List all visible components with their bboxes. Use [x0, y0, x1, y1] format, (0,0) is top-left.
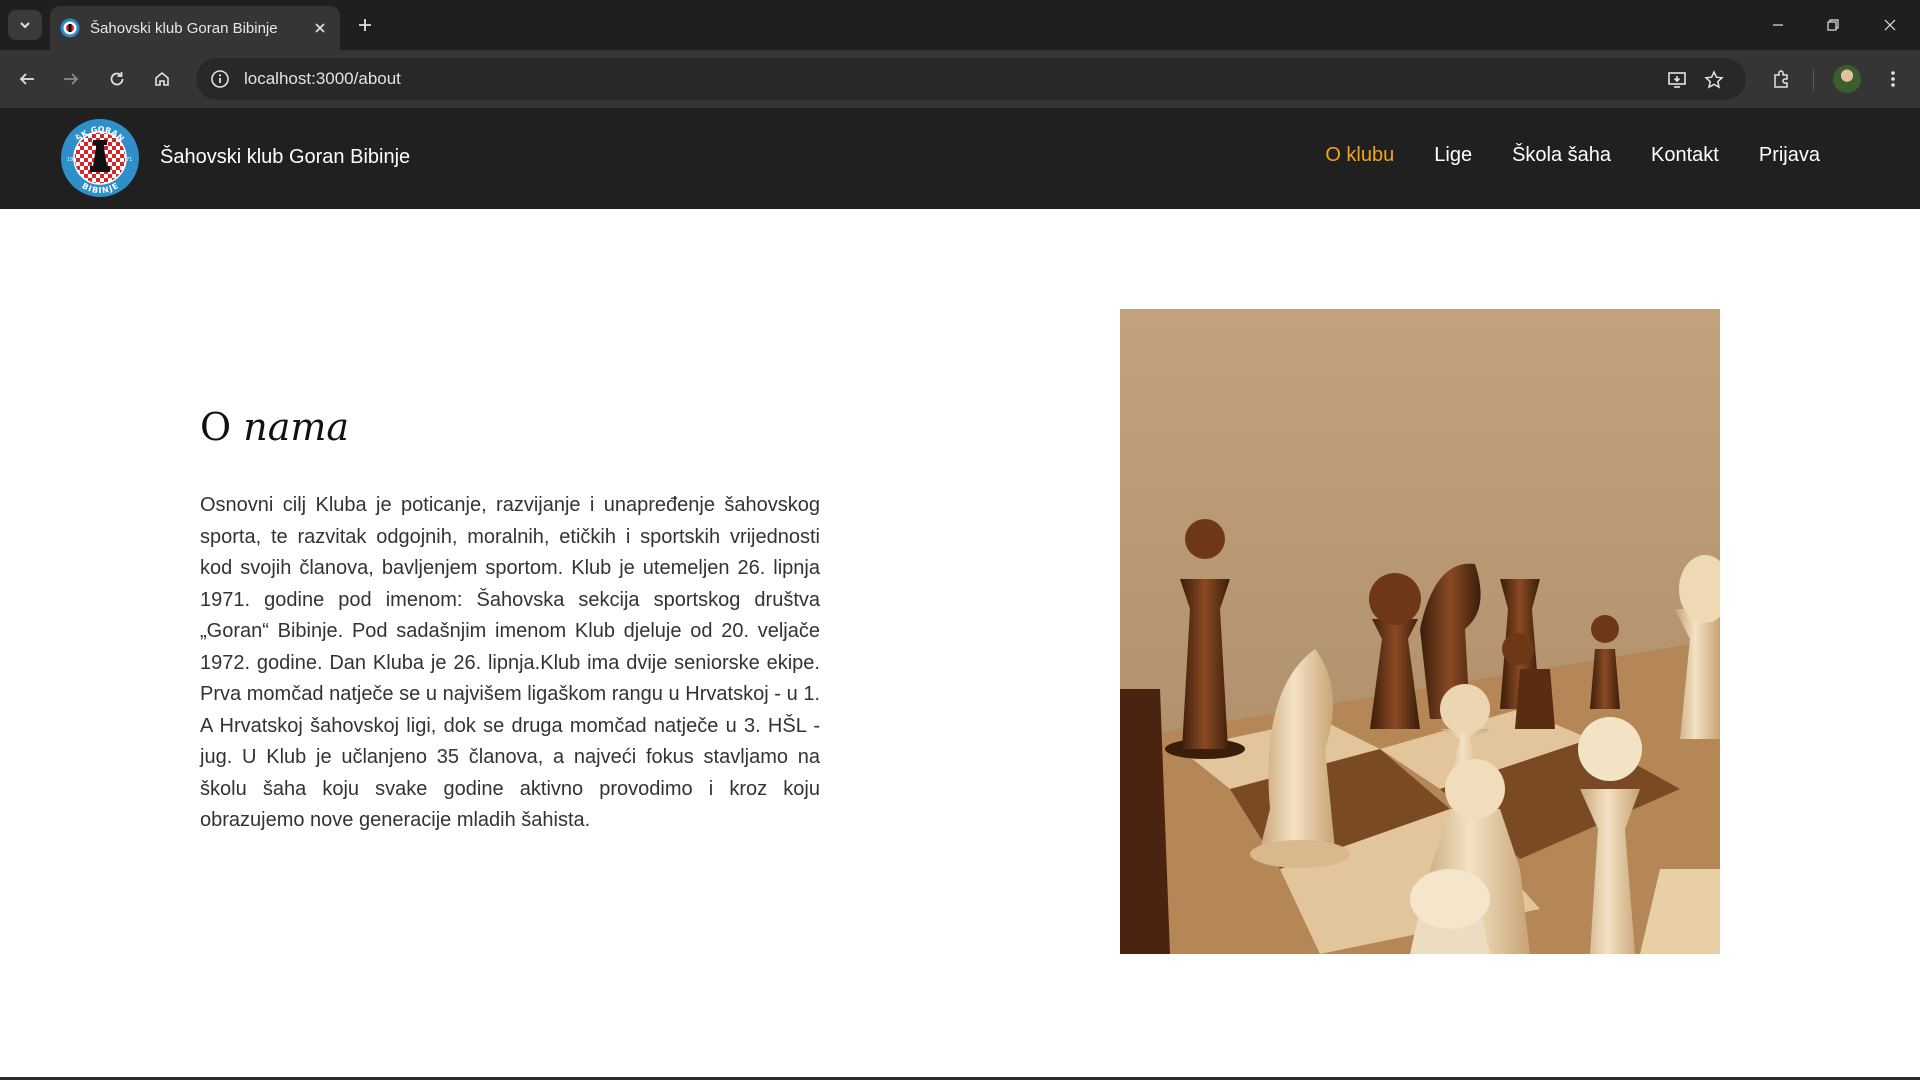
chevron-down-icon: [20, 22, 30, 29]
nav-item-o-klubu[interactable]: O klubu: [1325, 144, 1394, 167]
forward-button[interactable]: [55, 63, 87, 95]
logo-year-left: 19: [67, 157, 73, 163]
site-brand[interactable]: Šahovski klub Goran Bibinje: [160, 146, 410, 169]
arrow-right-icon: [64, 73, 79, 85]
chess-pieces-photo: [1120, 309, 1720, 954]
page-title-word-2: nama: [243, 405, 350, 449]
about-paragraph: Osnovni cilj Kluba je poticanje, razvija…: [200, 494, 820, 831]
browser-tab[interactable]: Šahovski klub Goran Bibinje: [50, 6, 340, 50]
page-title: O nama: [200, 405, 349, 449]
home-button[interactable]: [146, 63, 178, 95]
reload-button[interactable]: [101, 63, 133, 95]
tab-title: Šahovski klub Goran Bibinje: [90, 19, 278, 37]
nav-item-lige[interactable]: Lige: [1434, 144, 1472, 167]
profile-button[interactable]: [1831, 63, 1863, 95]
main-nav: O klubu Lige Škola šaha Kontakt Prijava: [1325, 144, 1820, 167]
address-bar[interactable]: localhost:3000/about: [196, 58, 1746, 100]
bookmark-star-icon[interactable]: [1701, 67, 1727, 93]
nav-item-kontakt[interactable]: Kontakt: [1651, 144, 1719, 167]
url-text: localhost:3000/about: [244, 69, 401, 88]
close-icon: [1884, 19, 1896, 31]
restore-button[interactable]: [1813, 10, 1853, 40]
more-vertical-icon: [1891, 71, 1895, 87]
logo-year-right: 71: [126, 157, 132, 163]
puzzle-icon: [1774, 70, 1788, 88]
back-button[interactable]: [11, 63, 43, 95]
page-title-word-1: O: [200, 405, 232, 449]
minimize-button[interactable]: [1758, 10, 1798, 40]
reload-icon: [110, 72, 124, 86]
browser-menu-button[interactable]: [1877, 63, 1909, 95]
toolbar-divider: [1813, 69, 1814, 91]
club-favicon-icon: [60, 18, 80, 38]
site-header: ŠK GORAN BIBINJE 19 71 Šahovski klub Gor…: [0, 108, 1920, 209]
extensions-button[interactable]: [1765, 63, 1797, 95]
site-info-icon[interactable]: [208, 67, 232, 91]
install-app-icon[interactable]: [1664, 67, 1690, 93]
browser-tab-bar: Šahovski klub Goran Bibinje: [0, 0, 1920, 50]
club-logo[interactable]: ŠK GORAN BIBINJE 19 71: [60, 118, 140, 198]
restore-icon: [1827, 19, 1839, 31]
tab-search-button[interactable]: [8, 10, 42, 40]
nav-item-prijava[interactable]: Prijava: [1759, 144, 1820, 167]
avatar: [1833, 65, 1861, 93]
nav-item-skola-saha[interactable]: Škola šaha: [1512, 144, 1611, 167]
tab-close-icon[interactable]: [310, 18, 330, 38]
home-icon: [155, 71, 169, 86]
browser-toolbar: localhost:3000/about: [0, 50, 1920, 108]
close-window-button[interactable]: [1870, 10, 1910, 40]
minimize-icon: [1773, 24, 1783, 26]
arrow-left-icon: [19, 73, 34, 85]
plus-icon: [359, 19, 371, 31]
new-tab-button[interactable]: [352, 12, 378, 38]
